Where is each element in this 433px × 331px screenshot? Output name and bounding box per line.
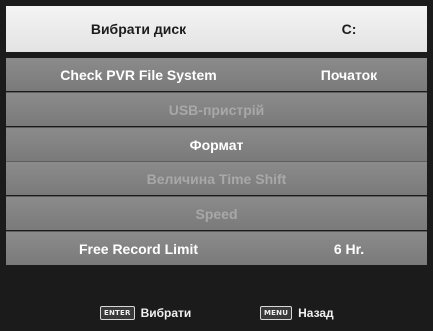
free-record-limit-row[interactable]: Free Record Limit 6 Hr. xyxy=(6,231,427,265)
select-disk-row[interactable]: Вибрати диск C: xyxy=(6,6,427,52)
speed-row: Speed xyxy=(6,196,427,230)
speed-label: Speed xyxy=(195,205,238,222)
enter-key-icon: ENTER xyxy=(100,306,135,320)
pvr-settings-osd: Вибрати диск C: Check PVR File System По… xyxy=(0,0,433,331)
select-disk-value: C: xyxy=(341,21,357,37)
footer-hints: ENTER Вибрати MENU Назад xyxy=(0,294,433,331)
menu-key-icon: MENU xyxy=(260,306,293,320)
format-row[interactable]: Формат xyxy=(6,127,427,161)
check-pvr-file-system-value: Початок xyxy=(320,66,378,83)
menu-hint: MENU Назад xyxy=(260,306,334,320)
enter-hint-label: Вибрати xyxy=(140,306,192,320)
enter-hint: ENTER Вибрати xyxy=(100,306,191,320)
select-disk-label: Вибрати диск xyxy=(90,21,187,37)
usb-device-label: USB-пристрій xyxy=(168,101,265,118)
free-record-limit-value: 6 Hr. xyxy=(333,240,365,257)
format-label: Формат xyxy=(189,136,244,153)
check-pvr-file-system-label: Check PVR File System xyxy=(60,66,217,83)
usb-device-row: USB-пристрій xyxy=(6,92,427,126)
check-pvr-file-system-row[interactable]: Check PVR File System Початок xyxy=(6,58,427,91)
time-shift-size-label: Величина Time Shift xyxy=(146,170,287,187)
time-shift-size-row: Величина Time Shift xyxy=(6,161,427,195)
menu-hint-label: Назад xyxy=(298,306,334,320)
free-record-limit-label: Free Record Limit xyxy=(78,240,199,257)
